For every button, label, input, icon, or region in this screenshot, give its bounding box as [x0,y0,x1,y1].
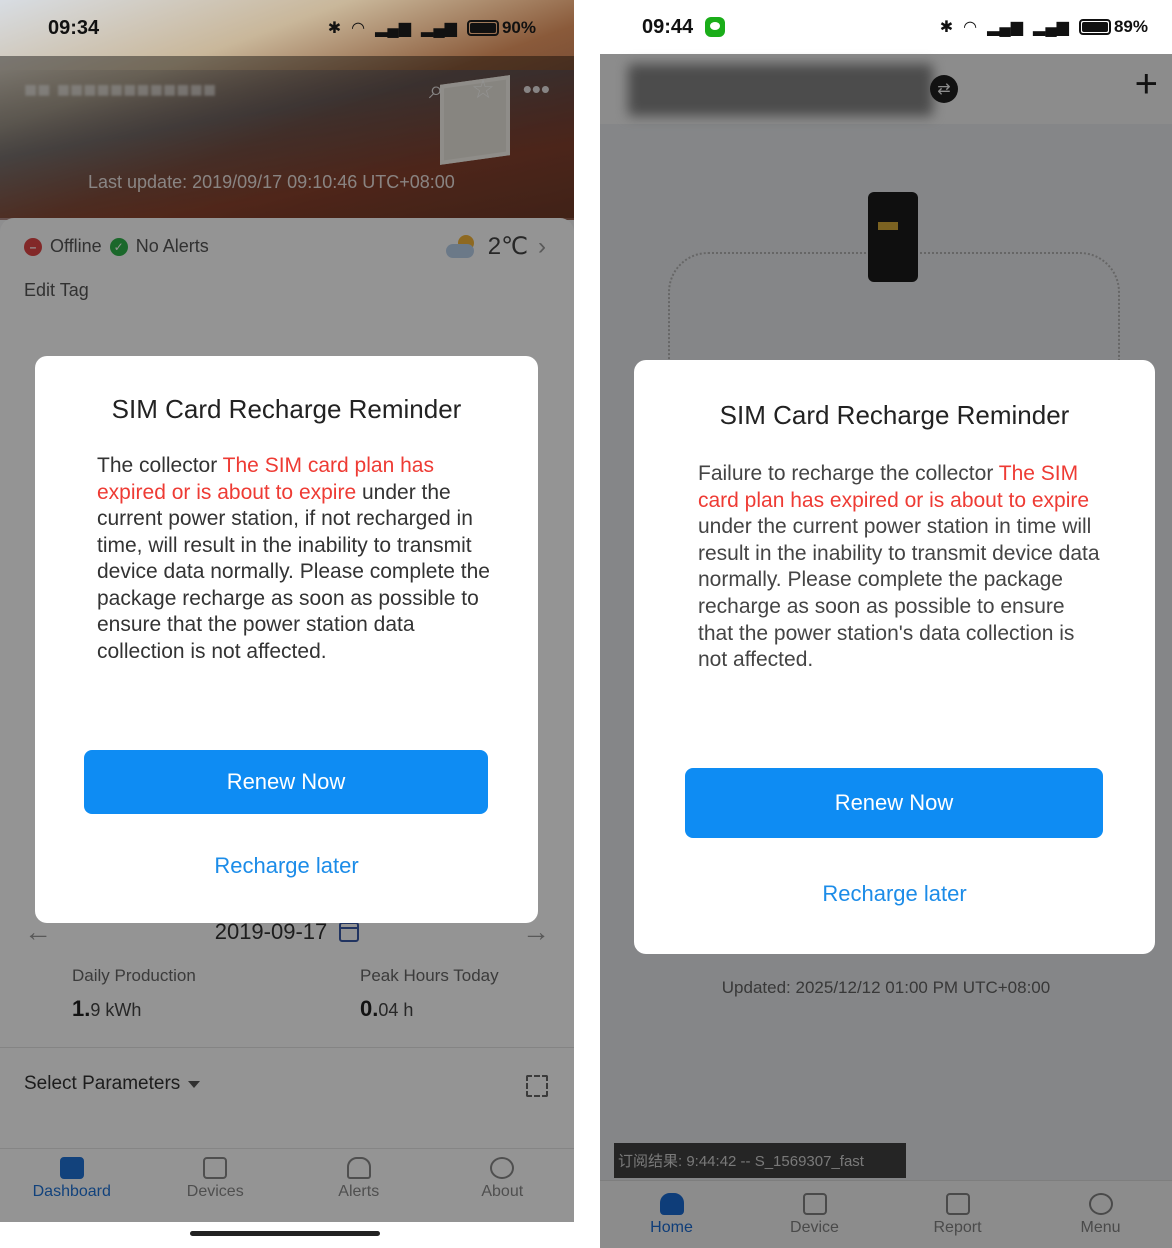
renew-now-button[interactable]: Renew Now [685,768,1103,838]
modal-title: SIM Card Recharge Reminder [719,400,1070,430]
battery-icon [466,20,499,36]
right-phone-screen: 09:44 ✱ ◠ ▂▄▆ ▂▄▆ 89% ⇄ + Updated: 2025/… [600,0,1172,1248]
modal-message: Failure to recharge the collector The SI… [698,462,1100,672]
left-phone-screen: 09:34 ✱ ◠ ▂▄▆ ▂▄▆ 90% ■■ ■■■■■■■■■■■■ ⌕ … [0,0,574,1248]
status-icons: ✱ ◠ ▂▄▆ ▂▄▆ 89% [940,17,1148,37]
recharge-later-link[interactable]: Recharge later [634,881,1155,907]
signal-icon-2: ▂▄▆ [1033,19,1069,36]
renew-now-button[interactable]: Renew Now [84,750,488,814]
modal-message: The collector The SIM card plan has expi… [97,454,490,663]
battery-percent: 89% [1113,17,1148,36]
bluetooth-icon: ✱ [939,19,954,36]
status-time: 09:34 [48,16,100,39]
battery-icon [1078,19,1111,35]
wifi-icon: ◠ [351,20,366,37]
sim-recharge-modal: SIM Card Recharge Reminder The collector… [35,356,538,923]
status-bar: 09:44 ✱ ◠ ▂▄▆ ▂▄▆ 89% [600,0,1172,54]
signal-icon: ▂▄▆ [375,20,412,37]
battery-indicator: 90% [466,18,536,38]
status-bar: 09:34 ✱ ◠ ▂▄▆ ▂▄▆ 90% [0,0,574,56]
battery-percent: 90% [501,18,536,37]
wifi-icon: ◠ [963,19,978,36]
sim-recharge-modal: SIM Card Recharge Reminder Failure to re… [634,360,1155,954]
battery-indicator: 89% [1078,17,1148,37]
wechat-icon [705,17,726,37]
status-icons: ✱ ◠ ▂▄▆ ▂▄▆ 90% [328,18,536,38]
signal-icon-2: ▂▄▆ [421,20,457,37]
status-time: 09:44 [642,15,694,38]
bluetooth-icon: ✱ [327,20,342,37]
signal-icon: ▂▄▆ [987,19,1024,36]
modal-title: SIM Card Recharge Reminder [111,394,462,424]
home-indicator[interactable] [190,1231,380,1236]
recharge-later-link[interactable]: Recharge later [35,853,538,879]
